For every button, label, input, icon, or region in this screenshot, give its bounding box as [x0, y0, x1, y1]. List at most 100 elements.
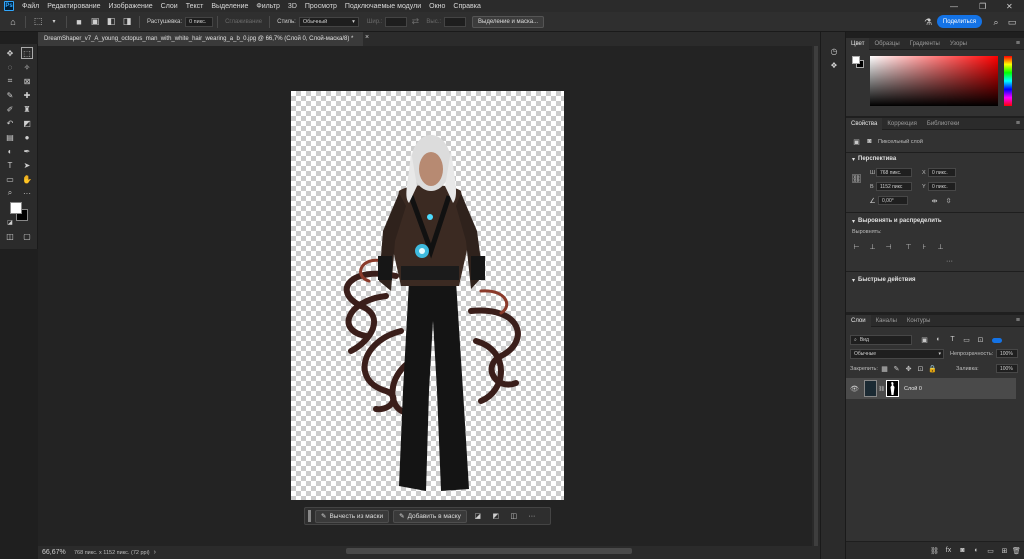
subtract-selection-icon[interactable]: ◧	[106, 16, 116, 27]
select-and-mask-button[interactable]: Выделение и маска...	[472, 15, 545, 28]
panel-menu-icon[interactable]: ≡	[1016, 120, 1020, 127]
swap-icon[interactable]: ⇄	[410, 16, 420, 27]
tab-gradients[interactable]: Градиенты	[905, 38, 945, 50]
align-left-icon[interactable]: ⊢	[852, 242, 861, 251]
pixel-layer-icon[interactable]: ▣	[852, 137, 861, 146]
height-input[interactable]	[444, 16, 467, 27]
filter-smart-icon[interactable]: ⊡	[976, 335, 985, 344]
adjustment-layer-icon[interactable]: ◐	[972, 546, 981, 555]
width-input[interactable]: 768 пикс.	[876, 168, 912, 177]
feather-input[interactable]: 0 пикс.	[185, 16, 214, 27]
intersect-selection-icon[interactable]: ◨	[122, 16, 132, 27]
home-icon[interactable]: ⌂	[8, 17, 18, 27]
tab-properties[interactable]: Свойства	[846, 117, 883, 130]
crop-tool-icon[interactable]: ⌗	[4, 75, 16, 87]
add-selection-icon[interactable]: ▣	[90, 16, 100, 27]
tab-channels[interactable]: Каналы	[871, 315, 902, 327]
magic-wand-tool-icon[interactable]: ✧	[21, 61, 33, 73]
zoom-level[interactable]: 66,67%	[42, 549, 70, 556]
close-tab-icon[interactable]: ×	[365, 34, 369, 41]
opacity-input[interactable]: 100%	[996, 349, 1018, 358]
lock-position-icon[interactable]: ✥	[904, 364, 913, 373]
align-vcenter-icon[interactable]: ⊦	[920, 242, 929, 251]
menu-3d[interactable]: 3D	[284, 3, 301, 10]
move-tool-icon[interactable]: ✥	[4, 47, 16, 59]
dodge-tool-icon[interactable]: ◐	[4, 145, 16, 157]
x-input[interactable]: 0 пикс.	[928, 168, 956, 177]
more-tools-icon[interactable]: ···	[21, 187, 33, 199]
zoom-tool-icon[interactable]: ⌕	[4, 187, 16, 199]
more-options-icon[interactable]: ···	[525, 510, 539, 523]
history-brush-tool-icon[interactable]: ↶	[4, 117, 16, 129]
gradient-tool-icon[interactable]: ▤	[4, 131, 16, 143]
tab-layers[interactable]: Слои	[846, 314, 871, 327]
fx-icon[interactable]: fx	[944, 546, 953, 555]
menu-image[interactable]: Изображение	[105, 3, 157, 10]
lock-all-icon[interactable]: 🔒	[928, 364, 937, 373]
menu-plugins[interactable]: Подключаемые модули	[341, 3, 425, 10]
transform-section-title[interactable]: ▾ Перспектива	[848, 154, 896, 164]
rectangle-tool-icon[interactable]: ▭	[4, 173, 16, 185]
filter-toggle[interactable]	[992, 338, 1002, 343]
fill-input[interactable]: 100%	[996, 364, 1018, 373]
align-right-icon[interactable]: ⊣	[884, 242, 893, 251]
link-layers-icon[interactable]: ⛓	[930, 546, 939, 555]
marquee-tool-icon[interactable]: ⬚	[21, 47, 33, 59]
new-layer-icon[interactable]: ⊞	[1000, 546, 1009, 555]
layer-filter-select[interactable]: ⌕ Вид	[850, 335, 912, 345]
filter-pixel-icon[interactable]: ▣	[920, 335, 929, 344]
fg-swatch-small[interactable]	[852, 56, 860, 64]
share-button[interactable]: Поделиться	[937, 15, 982, 28]
screen-mode-icon[interactable]: ▢	[21, 230, 33, 242]
align-hcenter-icon[interactable]: ⊥	[868, 242, 877, 251]
type-tool-icon[interactable]: T	[4, 159, 16, 171]
marquee-preset-icon[interactable]: ⬚	[33, 16, 43, 27]
add-mask-icon[interactable]: ◙	[958, 546, 967, 555]
lasso-tool-icon[interactable]: ◌	[4, 61, 16, 73]
menu-type[interactable]: Текст	[182, 3, 208, 10]
filter-adjustment-icon[interactable]: ◐	[934, 335, 943, 344]
eraser-tool-icon[interactable]: ◩	[21, 117, 33, 129]
chevron-down-icon[interactable]: ▾	[49, 17, 59, 27]
new-selection-icon[interactable]: ■	[74, 17, 84, 27]
more-align-options[interactable]: ···	[946, 258, 953, 265]
quick-actions-section-title[interactable]: ▾ Быстрые действия	[848, 275, 916, 285]
document-tab[interactable]: DreamShaper_v7_A_young_octopus_man_with_…	[38, 32, 363, 46]
menu-view[interactable]: Просмотр	[301, 3, 341, 10]
close-window-icon[interactable]: ✕	[1006, 0, 1013, 12]
apply-mask-icon[interactable]: ◩	[489, 510, 503, 523]
style-select[interactable]: Обычный ▾	[298, 16, 359, 27]
minimize-icon[interactable]: —	[950, 0, 958, 12]
blur-tool-icon[interactable]: ●	[21, 131, 33, 143]
flip-horizontal-icon[interactable]: ⇹	[930, 196, 939, 205]
tab-libraries[interactable]: Библиотеки	[922, 118, 965, 130]
vertical-scrollbar[interactable]	[812, 46, 820, 546]
y-input[interactable]: 0 пикс.	[928, 182, 956, 191]
hue-slider[interactable]	[1004, 56, 1012, 106]
menu-layers[interactable]: Слои	[157, 3, 182, 10]
frame-tool-icon[interactable]: ⊠	[21, 75, 33, 87]
maximize-icon[interactable]: ❐	[979, 0, 986, 12]
color-picker-field[interactable]	[870, 56, 998, 106]
menu-help[interactable]: Справка	[449, 3, 484, 10]
filter-type-icon[interactable]: T	[948, 335, 957, 344]
align-top-icon[interactable]: ⊤	[904, 242, 913, 251]
invert-mask-icon[interactable]: ◪	[471, 510, 485, 523]
height-input[interactable]: 1152 пикс	[876, 182, 912, 191]
mask-icon[interactable]: ◙	[865, 137, 874, 146]
tab-paths[interactable]: Контуры	[902, 315, 936, 327]
stamp-tool-icon[interactable]: ♜	[21, 103, 33, 115]
tab-swatches[interactable]: Образцы	[869, 38, 904, 50]
panel-menu-icon[interactable]: ≡	[1016, 40, 1020, 47]
panel-menu-icon[interactable]: ≡	[1016, 317, 1020, 324]
foreground-color-swatch[interactable]	[10, 202, 22, 214]
menu-window[interactable]: Окно	[425, 3, 449, 10]
chevron-right-icon[interactable]: ›	[154, 549, 156, 556]
drag-handle[interactable]	[308, 510, 311, 522]
antialias-checkbox[interactable]: Сглаживание	[225, 19, 262, 25]
blend-mode-select[interactable]: Обычные ▾	[850, 349, 944, 359]
hand-tool-icon[interactable]: ✋	[21, 173, 33, 185]
align-bottom-icon[interactable]: ⊥	[936, 242, 945, 251]
default-colors-icon[interactable]: ◪	[4, 216, 16, 228]
lock-transparent-icon[interactable]: ▦	[880, 364, 889, 373]
